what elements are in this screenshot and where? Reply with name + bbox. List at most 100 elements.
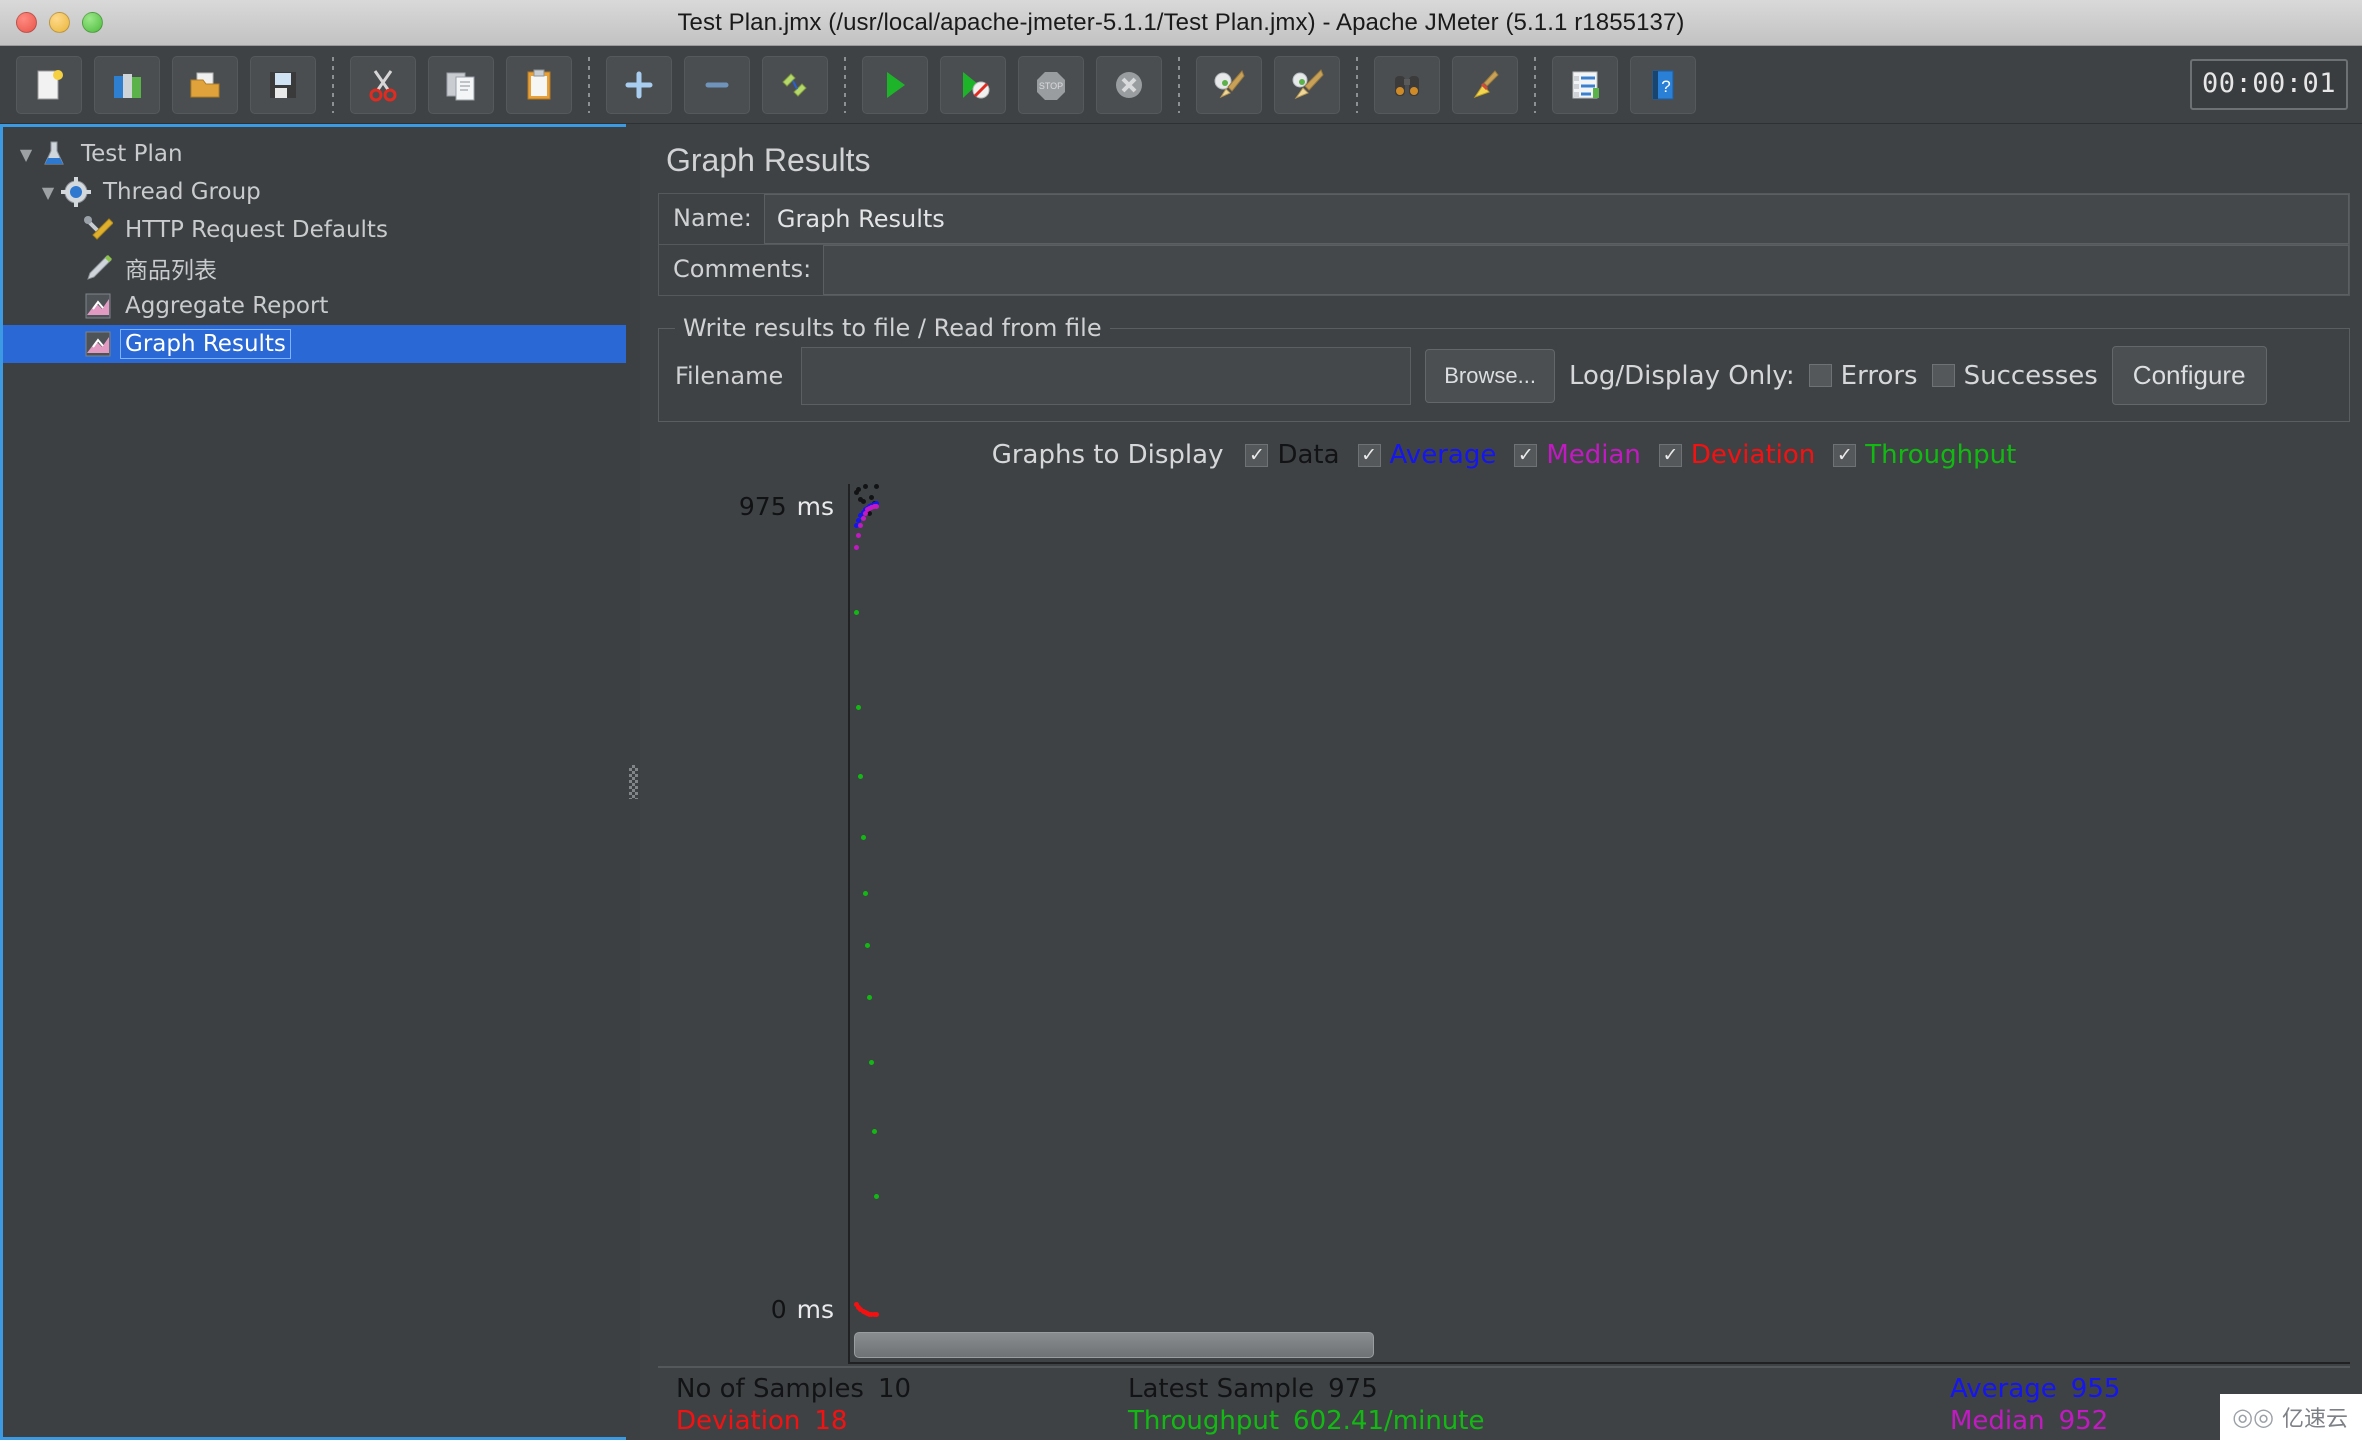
checkbox-median[interactable] bbox=[1514, 443, 1538, 467]
data-point bbox=[862, 890, 868, 896]
data-point bbox=[867, 994, 873, 1000]
stat-label: Throughput bbox=[1128, 1406, 1280, 1436]
comments-input[interactable] bbox=[823, 245, 2349, 295]
y-axis-tick-min: 0 ms bbox=[770, 1295, 834, 1324]
play-green-icon bbox=[878, 68, 912, 102]
chevron-down-icon[interactable]: ▼ bbox=[35, 183, 61, 202]
chevron-down-icon[interactable]: ▼ bbox=[13, 145, 39, 164]
clipboard-icon bbox=[522, 68, 556, 102]
tree-item-商品列表[interactable]: 商品列表 bbox=[3, 249, 626, 287]
new-test-plan-button[interactable] bbox=[16, 55, 82, 114]
scissors-icon bbox=[366, 68, 400, 102]
open-folder-icon bbox=[188, 68, 222, 102]
checkbox-throughput[interactable] bbox=[1833, 443, 1857, 467]
name-label: Name: bbox=[673, 204, 752, 232]
start-button[interactable] bbox=[862, 55, 928, 114]
clear-all-button[interactable] bbox=[1274, 55, 1340, 114]
tree-item-http-request-defaults[interactable]: HTTP Request Defaults bbox=[3, 211, 626, 249]
svg-text:STOP: STOP bbox=[1039, 81, 1063, 91]
reset-search-button[interactable] bbox=[1452, 55, 1518, 114]
blue-question-book-icon: ? bbox=[1646, 68, 1680, 102]
configure-button[interactable]: Configure bbox=[2111, 346, 2267, 405]
graph-toggle-throughput[interactable]: Throughput bbox=[1833, 440, 2016, 470]
filename-row: Filename Browse... Log/Display Only: Err… bbox=[675, 346, 2333, 405]
graph-toggle-median[interactable]: Median bbox=[1514, 440, 1641, 470]
data-point bbox=[858, 522, 864, 528]
data-point bbox=[869, 495, 875, 501]
search-button[interactable] bbox=[1374, 55, 1440, 114]
checkbox-deviation[interactable] bbox=[1658, 443, 1682, 467]
function-helper-button[interactable] bbox=[1552, 55, 1618, 114]
errors-checkbox-wrap[interactable]: Errors bbox=[1808, 361, 1918, 391]
minus-icon bbox=[700, 68, 734, 102]
errors-checkbox[interactable] bbox=[1808, 364, 1832, 387]
toolbar-separator bbox=[1356, 56, 1358, 113]
checkbox-data[interactable] bbox=[1245, 443, 1269, 467]
copy-pages-icon bbox=[444, 68, 478, 102]
data-point bbox=[871, 1128, 877, 1134]
split-grip-icon[interactable] bbox=[628, 765, 638, 799]
graph-toggle-data[interactable]: Data bbox=[1245, 440, 1340, 470]
successes-checkbox-wrap[interactable]: Successes bbox=[1931, 361, 2098, 391]
shutdown-x-icon bbox=[1112, 68, 1146, 102]
stat-label: No of Samples bbox=[676, 1374, 864, 1404]
stats-row: No of Samples 10 Latest Sample 975 Average 95… bbox=[658, 1374, 2350, 1404]
toggle-button[interactable] bbox=[762, 55, 828, 114]
watermark: ◎◎ 亿速云 bbox=[2220, 1394, 2362, 1440]
help-button[interactable]: ? bbox=[1630, 55, 1696, 114]
stat-cell: No of Samples 10 bbox=[658, 1374, 1128, 1404]
graph-horizontal-scrollbar[interactable] bbox=[854, 1332, 1374, 1358]
toolbar-separator bbox=[1178, 56, 1180, 113]
stat-cell: Deviation 18 bbox=[658, 1406, 1128, 1436]
tree-item-thread-group[interactable]: ▼ Thread Group bbox=[3, 173, 626, 211]
successes-checkbox[interactable] bbox=[1931, 364, 1955, 387]
data-point bbox=[862, 484, 868, 489]
data-point bbox=[860, 498, 866, 504]
clear-button[interactable] bbox=[1196, 55, 1262, 114]
stat-value: 10 bbox=[877, 1374, 912, 1404]
tree-item-label: Aggregate Report bbox=[125, 293, 329, 319]
test-plan-tree[interactable]: ▼ Test Plan ▼ Thread Group HTTP Request Defa… bbox=[0, 124, 626, 1440]
graph-toggle-deviation[interactable]: Deviation bbox=[1658, 440, 1816, 470]
graph-toggle-label: Throughput bbox=[1865, 440, 2017, 470]
graph-area: 975 ms 0 ms bbox=[658, 484, 2350, 1366]
graph-toggle-label: Data bbox=[1277, 440, 1340, 470]
graph-toggle-label: Deviation bbox=[1690, 440, 1816, 470]
expand-all-button[interactable] bbox=[606, 55, 672, 114]
data-point bbox=[869, 1059, 875, 1065]
filename-input[interactable] bbox=[801, 346, 1412, 405]
name-row: Name: Graph Results bbox=[658, 193, 2350, 244]
name-input[interactable]: Graph Results bbox=[763, 194, 2349, 244]
paste-button[interactable] bbox=[506, 55, 572, 114]
open-button[interactable] bbox=[172, 55, 238, 114]
tree-item-graph-results[interactable]: Graph Results bbox=[3, 325, 626, 363]
graph-toggle-label: Median bbox=[1546, 440, 1641, 470]
tree-item-aggregate-report[interactable]: Aggregate Report bbox=[3, 287, 626, 325]
stat-value: 952 bbox=[2058, 1406, 2109, 1436]
save-button[interactable] bbox=[250, 55, 316, 114]
stat-cell: Latest Sample 975 bbox=[1128, 1374, 1948, 1404]
data-point bbox=[858, 773, 864, 779]
checkbox-average[interactable] bbox=[1357, 443, 1381, 467]
cut-button[interactable] bbox=[350, 55, 416, 114]
split-divider[interactable] bbox=[626, 124, 640, 1440]
y-axis-tick-max: 975 ms bbox=[738, 492, 834, 521]
browse-button[interactable]: Browse... bbox=[1425, 348, 1555, 403]
play-no-timers-icon bbox=[956, 68, 990, 102]
stop-button[interactable]: STOP bbox=[1018, 55, 1084, 114]
start-no-pauses-button[interactable] bbox=[940, 55, 1006, 114]
data-point bbox=[856, 533, 862, 539]
data-point bbox=[856, 704, 862, 710]
copy-button[interactable] bbox=[428, 55, 494, 114]
scatter-plot[interactable] bbox=[848, 484, 2350, 1364]
tree-item-test-plan[interactable]: ▼ Test Plan bbox=[3, 135, 626, 173]
page-title: Graph Results bbox=[666, 142, 871, 178]
broom-gear-all-icon bbox=[1290, 68, 1324, 102]
write-results-group: Write results to file / Read from file F… bbox=[658, 314, 2350, 422]
templates-button[interactable] bbox=[94, 55, 160, 114]
collapse-all-button[interactable] bbox=[684, 55, 750, 114]
broom-gear-icon bbox=[1212, 68, 1246, 102]
shutdown-button[interactable] bbox=[1096, 55, 1162, 114]
graph-toggle-average[interactable]: Average bbox=[1357, 440, 1496, 470]
log-display-label: Log/Display Only: bbox=[1568, 360, 1795, 391]
